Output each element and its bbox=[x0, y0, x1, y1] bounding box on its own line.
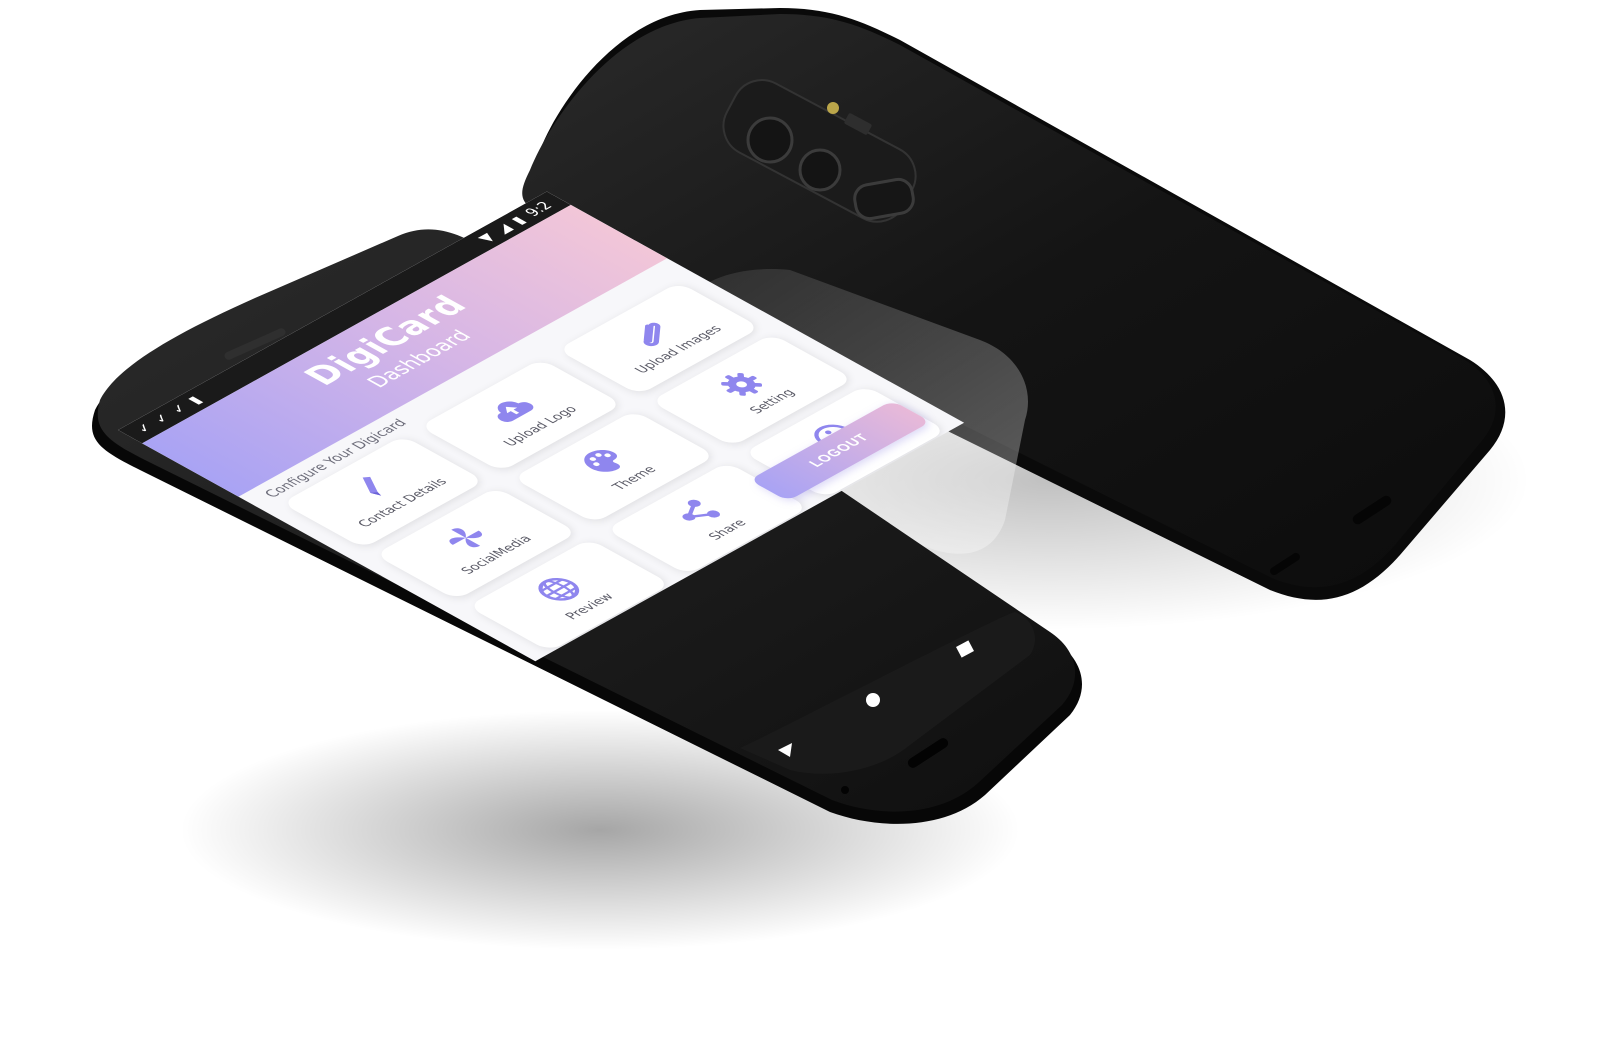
home-icon[interactable] bbox=[866, 693, 880, 707]
download-done-icon: ✓ bbox=[166, 401, 193, 417]
camera-lens-1 bbox=[746, 116, 794, 164]
camera-lens-2 bbox=[798, 148, 842, 192]
flash-icon bbox=[827, 102, 839, 114]
signal-icon: ◢ bbox=[490, 221, 517, 236]
download-done-icon: ✓ bbox=[149, 411, 176, 426]
sd-card-icon: ▮ bbox=[184, 394, 207, 407]
background-artwork bbox=[92, 8, 1530, 950]
mockup-scene: ✓ ✓ ✓ ▮ ▼ ◢ ▮ 9:2 DigiCard Dashboard Con… bbox=[0, 0, 1602, 1050]
wifi-icon: ▼ bbox=[474, 231, 500, 246]
download-done-icon: ✓ bbox=[132, 420, 159, 436]
battery-icon: ▮ bbox=[507, 214, 531, 227]
